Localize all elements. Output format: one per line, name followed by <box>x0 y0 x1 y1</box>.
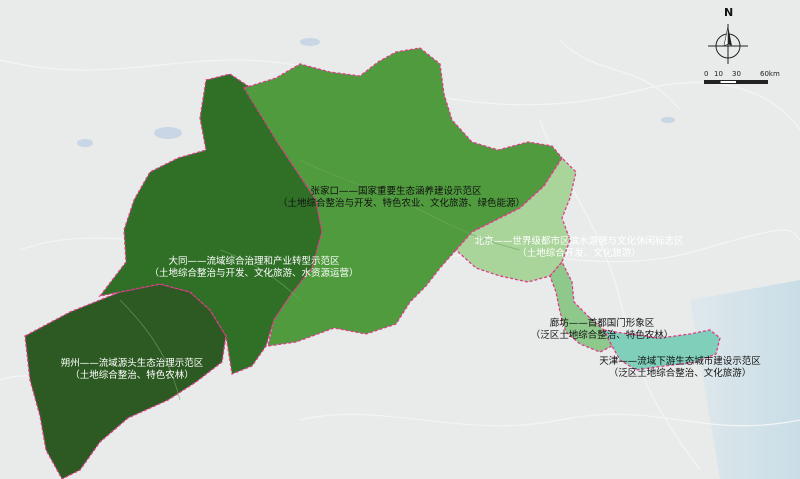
region-detail: （泛区土地综合整治、文化旅游） <box>608 368 752 379</box>
scale-tick-0: 0 <box>704 70 709 78</box>
region-detail: （土地综合整治与开发、文化旅游、水资源运营） <box>149 268 359 279</box>
label-tianjin: 天津——流域下游生态城市建设示范区 （泛区土地综合整治、文化旅游） <box>574 356 786 380</box>
region-detail: （泛区土地综合整治、特色农林） <box>530 330 674 341</box>
region-detail: （土地综合整治、特色农林） <box>70 370 194 381</box>
scale-bar: 0 10 30 60km <box>704 70 784 92</box>
scale-tick-2: 30 <box>732 70 741 78</box>
region-detail: （土地综合整治与开发、特色农业、文化旅游、绿色能源） <box>278 198 526 209</box>
region-detail: （土地综合开发、文化旅游） <box>517 248 641 259</box>
scale-tick-1: 10 <box>714 70 723 78</box>
label-zhangjiakou: 张家口——国家重要生态涵养建设示范区 （土地综合整治与开发、特色农业、文化旅游、… <box>278 186 526 210</box>
region-name: 大同——流域综合治理和产业转型示范区 <box>168 256 340 267</box>
region-name: 天津——流域下游生态城市建设示范区 <box>599 356 761 367</box>
label-beijing: 北京——世界级都市区滨水游憩与文化休闲标志区 （土地综合开发、文化旅游） <box>454 236 704 260</box>
compass-icon <box>708 24 748 64</box>
label-datong: 大同——流域综合治理和产业转型示范区 （土地综合整治与开发、文化旅游、水资源运营… <box>124 256 384 280</box>
region-name: 张家口——国家重要生态涵养建设示范区 <box>310 186 482 197</box>
north-label: N <box>724 6 734 19</box>
label-shuozhou: 朔州——流域源头生态治理示范区 （土地综合整治、特色农林） <box>42 358 222 382</box>
map-canvas[interactable]: N 0 10 30 60km 张家口——国家重要生态涵养建设示范区 （土地综合整… <box>0 0 800 479</box>
scale-tick-3: 60km <box>760 70 780 78</box>
region-name: 廊坊——首都国门形象区 <box>549 318 655 329</box>
label-langfang: 廊坊——首都国门形象区 （泛区土地综合整治、特色农林） <box>512 318 692 342</box>
region-name: 北京——世界级都市区滨水游憩与文化休闲标志区 <box>474 236 684 247</box>
region-name: 朔州——流域源头生态治理示范区 <box>60 358 204 369</box>
scale-bar-segment <box>704 80 768 84</box>
